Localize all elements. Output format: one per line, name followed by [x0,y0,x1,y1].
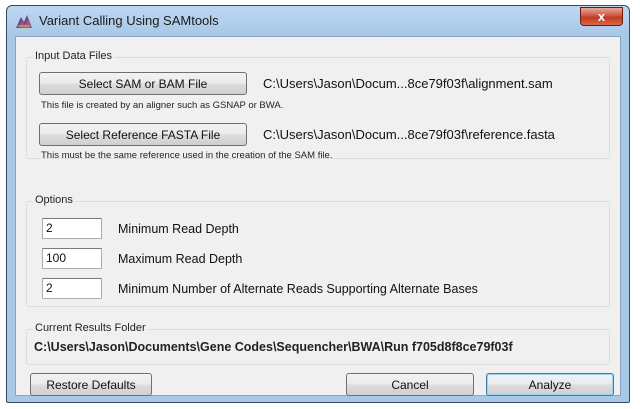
select-sam-button[interactable]: Select SAM or BAM File [39,72,247,95]
max-read-depth-label: Maximum Read Depth [118,252,243,266]
title-bar[interactable]: Variant Calling Using SAMtools x [7,6,629,36]
fasta-file-hint: This must be the same reference used in … [41,150,333,161]
analyze-button[interactable]: Analyze [486,373,614,396]
results-folder-path: C:\Users\Jason\Documents\Gene Codes\Sequ… [34,340,513,354]
dna-mountain-icon [16,15,32,28]
window-title: Variant Calling Using SAMtools [39,13,219,28]
close-icon: x [597,9,606,24]
fasta-file-path: C:\Users\Jason\Docum...8ce79f03f\referen… [263,127,555,142]
restore-defaults-button[interactable]: Restore Defaults [30,373,152,396]
cancel-button[interactable]: Cancel [346,373,474,396]
results-folder-legend: Current Results Folder [33,322,148,334]
min-alt-reads-field[interactable]: 2 [42,278,102,299]
sam-file-path: C:\Users\Jason\Docum...8ce79f03f\alignme… [263,76,553,91]
min-read-depth-label: Minimum Read Depth [118,222,239,236]
min-read-depth-field[interactable]: 2 [42,218,102,239]
dialog-window: Variant Calling Using SAMtools x Input D… [6,5,630,403]
select-fasta-button[interactable]: Select Reference FASTA File [39,123,247,146]
input-files-group: Input Data Files Select SAM or BAM File … [26,50,610,161]
options-legend: Options [33,194,75,206]
close-button[interactable]: x [580,7,623,26]
max-read-depth-field[interactable]: 100 [42,248,102,269]
sam-file-hint: This file is created by an aligner such … [41,100,284,111]
min-alt-reads-label: Minimum Number of Alternate Reads Suppor… [118,282,478,296]
options-group: Options 2 Minimum Read Depth 100 Maximum… [26,194,610,307]
results-folder-group: Current Results Folder C:\Users\Jason\Do… [26,322,610,365]
dialog-body: Input Data Files Select SAM or BAM File … [15,36,621,396]
input-files-legend: Input Data Files [33,50,115,62]
